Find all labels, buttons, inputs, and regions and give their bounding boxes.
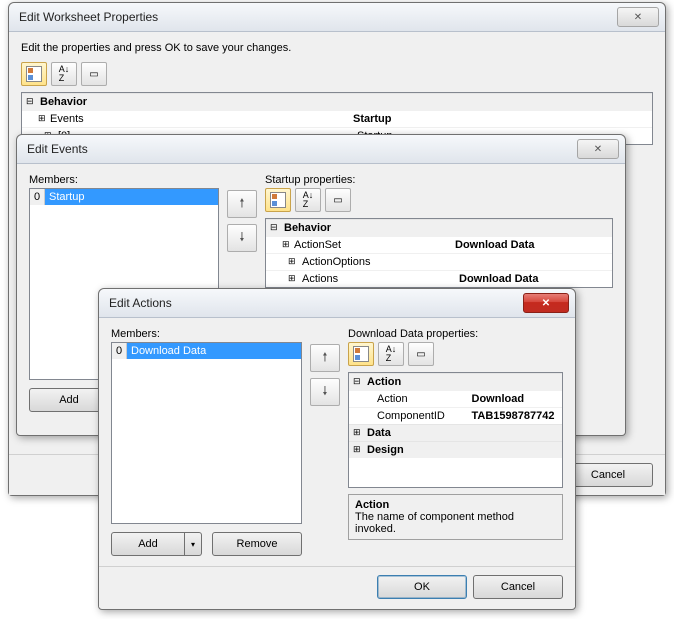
category-design[interactable]: Design <box>349 441 562 458</box>
prop-name: ActionOptions <box>266 254 455 270</box>
prop-value: TAB1598787742 <box>468 408 563 424</box>
prop-name: ActionSet <box>266 237 451 253</box>
close-button[interactable]: ✕ <box>523 293 569 313</box>
move-down-button[interactable]: 🠗 <box>227 224 257 252</box>
categorized-button[interactable] <box>348 342 374 366</box>
prop-value: Download <box>468 391 563 407</box>
add-button[interactable]: Add <box>29 388 109 412</box>
add-split-button: Add ▾ <box>111 532 202 556</box>
members-list[interactable]: 0 Download Data <box>111 342 302 524</box>
sort-az-icon: A↓Z <box>303 191 314 209</box>
prop-row-action[interactable]: Action Download <box>349 390 562 407</box>
prop-name: Action <box>349 391 468 407</box>
property-grid[interactable]: Behavior ActionSet Download Data ActionO… <box>265 218 613 288</box>
description-text: The name of component method invoked. <box>355 511 556 535</box>
remove-button[interactable]: Remove <box>212 532 302 556</box>
categorized-icon <box>26 66 42 82</box>
instruction-text: Edit the properties and press OK to save… <box>21 42 653 54</box>
add-dropdown[interactable]: ▾ <box>185 532 202 556</box>
prop-name: ComponentID <box>349 408 468 424</box>
members-label: Members: <box>29 174 219 186</box>
prop-value: Download Data <box>451 237 612 253</box>
categorized-button[interactable] <box>265 188 291 212</box>
cancel-button[interactable]: Cancel <box>563 463 653 487</box>
property-pages-button[interactable]: ▭ <box>325 188 351 212</box>
property-toolbar: A↓Z ▭ <box>265 188 613 212</box>
dialog-title: Edit Worksheet Properties <box>19 10 158 24</box>
prop-row-componentid[interactable]: ComponentID TAB1598787742 <box>349 407 562 424</box>
close-button[interactable]: ✕ <box>577 139 619 159</box>
pages-icon: ▭ <box>416 349 425 360</box>
category-behavior[interactable]: Behavior <box>22 93 652 110</box>
prop-value <box>455 254 612 270</box>
close-button[interactable]: ✕ <box>617 7 659 27</box>
prop-value: Download Data <box>455 271 612 287</box>
property-toolbar: A↓Z ▭ <box>348 342 563 366</box>
category-action[interactable]: Action <box>349 373 562 390</box>
move-down-button[interactable]: 🠗 <box>310 378 340 406</box>
titlebar: Edit Actions ✕ <box>99 289 575 318</box>
ok-button[interactable]: OK <box>377 575 467 599</box>
categorized-button[interactable] <box>21 62 47 86</box>
member-index: 0 <box>112 343 127 359</box>
properties-label: Download Data properties: <box>348 328 563 340</box>
titlebar: Edit Worksheet Properties ✕ <box>9 3 665 32</box>
prop-name: Actions <box>266 271 455 287</box>
pages-icon: ▭ <box>333 195 342 206</box>
prop-value: Startup <box>349 111 652 127</box>
move-up-button[interactable]: 🠕 <box>310 344 340 372</box>
alphabetical-button[interactable]: A↓Z <box>295 188 321 212</box>
categorized-icon <box>353 346 369 362</box>
property-pages-button[interactable]: ▭ <box>81 62 107 86</box>
member-index: 0 <box>30 189 45 205</box>
member-item[interactable]: 0 Download Data <box>112 343 301 359</box>
dialog-title: Edit Events <box>27 142 88 156</box>
cancel-button[interactable]: Cancel <box>473 575 563 599</box>
sort-az-icon: A↓Z <box>59 65 70 83</box>
description-panel: Action The name of component method invo… <box>348 494 563 540</box>
prop-name: Events <box>22 111 349 127</box>
description-title: Action <box>355 499 556 511</box>
property-pages-button[interactable]: ▭ <box>408 342 434 366</box>
categorized-icon <box>270 192 286 208</box>
member-name: Download Data <box>127 343 301 359</box>
prop-row-actionoptions[interactable]: ActionOptions <box>266 253 612 270</box>
sort-az-icon: A↓Z <box>386 345 397 363</box>
category-behavior[interactable]: Behavior <box>266 219 612 236</box>
alphabetical-button[interactable]: A↓Z <box>378 342 404 366</box>
add-button[interactable]: Add <box>111 532 185 556</box>
member-item[interactable]: 0 Startup <box>30 189 218 205</box>
move-up-button[interactable]: 🠕 <box>227 190 257 218</box>
prop-row-events[interactable]: Events Startup <box>22 110 652 127</box>
members-label: Members: <box>111 328 302 340</box>
alphabetical-button[interactable]: A↓Z <box>51 62 77 86</box>
category-data[interactable]: Data <box>349 424 562 441</box>
prop-row-actionset[interactable]: ActionSet Download Data <box>266 236 612 253</box>
property-grid[interactable]: Action Action Download ComponentID TAB15… <box>348 372 563 488</box>
properties-label: Startup properties: <box>265 174 613 186</box>
prop-row-actions[interactable]: Actions Download Data <box>266 270 612 287</box>
member-name: Startup <box>45 189 218 205</box>
edit-actions-dialog: Edit Actions ✕ Members: 0 Download Data … <box>98 288 576 610</box>
property-toolbar: A↓Z ▭ <box>21 62 653 86</box>
dialog-title: Edit Actions <box>109 296 172 310</box>
pages-icon: ▭ <box>89 69 98 80</box>
titlebar: Edit Events ✕ <box>17 135 625 164</box>
